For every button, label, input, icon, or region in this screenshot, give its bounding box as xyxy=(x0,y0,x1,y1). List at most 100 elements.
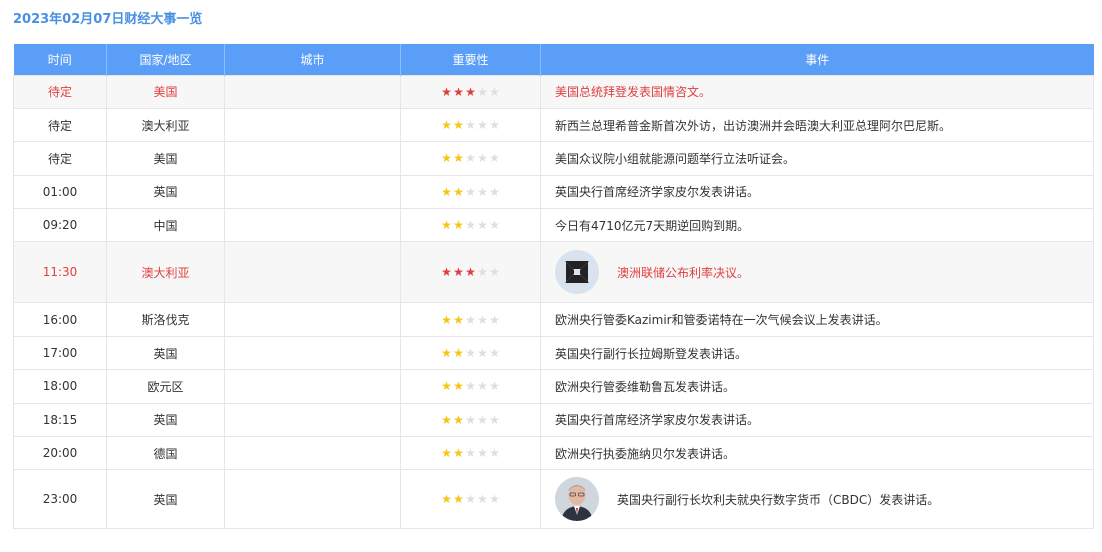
cell-country: 美国 xyxy=(106,74,225,109)
cell-city xyxy=(224,107,401,143)
cell-city xyxy=(224,402,401,438)
cell-country: 英国 xyxy=(106,335,225,371)
star-icon: ★ xyxy=(477,492,488,507)
table-row[interactable]: 待定 澳大利亚 ★★★★★ 新西兰总理希普金斯首次外访，出访澳洲并会晤澳大利亚总理阿尔… xyxy=(13,107,1094,143)
star-icon: ★ xyxy=(441,151,452,166)
cell-importance: ★★★★★ xyxy=(400,369,541,404)
importance-stars: ★★★★★ xyxy=(441,492,501,506)
star-icon: ★ xyxy=(441,184,452,199)
table-row[interactable]: 待定 美国 ★★★★★ 美国众议院小组就能源问题举行立法听证会。 xyxy=(13,141,1094,176)
event-text: 欧洲央行管委Kazimir和管委诺特在一次气候会议上发表讲话。 xyxy=(555,313,888,328)
star-icon: ★ xyxy=(453,184,464,199)
star-icon: ★ xyxy=(465,151,476,166)
cell-time: 16:00 xyxy=(13,302,107,337)
cell-importance: ★★★★★ xyxy=(400,469,541,530)
table-body: 待定 美国 ★★★★★ 美国总统拜登发表国情咨文。 待定 澳大利亚 ★★★★★ 新西兰总理希普… xyxy=(13,74,1094,530)
cell-city xyxy=(224,335,401,371)
cell-event: 英国央行副行长坎利夫就央行数字货币（CBDC）发表讲话。 xyxy=(540,469,1094,530)
table-row[interactable]: 18:00 欧元区 ★★★★★ 欧洲央行管委维勒鲁瓦发表讲话。 xyxy=(13,369,1094,404)
cell-country: 澳大利亚 xyxy=(106,241,225,304)
star-icon: ★ xyxy=(441,118,452,133)
importance-stars: ★★★★★ xyxy=(441,446,501,460)
star-icon: ★ xyxy=(465,412,476,427)
star-icon: ★ xyxy=(453,265,464,280)
event-text: 英国央行首席经济学家皮尔发表讲话。 xyxy=(555,185,760,200)
star-icon: ★ xyxy=(477,446,488,461)
star-icon: ★ xyxy=(477,265,488,280)
star-icon: ★ xyxy=(465,184,476,199)
cell-time: 待定 xyxy=(13,107,107,143)
header-city[interactable]: 城市 xyxy=(224,44,401,75)
cell-importance: ★★★★★ xyxy=(400,241,541,304)
table-row[interactable]: 23:00 英国 ★★★★★ 英国央行副行长坎利夫就央行数字货币（CBDC）发表讲话。 xyxy=(13,469,1094,530)
cell-country: 英国 xyxy=(106,402,225,438)
event-text: 美国众议院小组就能源问题举行立法听证会。 xyxy=(555,151,796,166)
table-row[interactable]: 17:00 英国 ★★★★★ 英国央行副行长拉姆斯登发表讲话。 xyxy=(13,335,1094,371)
cell-country: 欧元区 xyxy=(106,369,225,404)
table-row[interactable]: 11:30 澳大利亚 ★★★★★ 澳洲联储公布利率决议。 xyxy=(13,241,1094,304)
importance-stars: ★★★★★ xyxy=(441,118,501,132)
star-icon: ★ xyxy=(441,346,452,361)
cell-time: 09:20 xyxy=(13,208,107,243)
star-icon: ★ xyxy=(465,492,476,507)
star-icon: ★ xyxy=(441,446,452,461)
cell-event: 英国央行首席经济学家皮尔发表讲话。 xyxy=(540,174,1094,210)
table-row[interactable]: 16:00 斯洛伐克 ★★★★★ 欧洲央行管委Kazimir和管委诺特在一次气候会议上… xyxy=(13,302,1094,337)
cell-event: 美国众议院小组就能源问题举行立法听证会。 xyxy=(540,141,1094,176)
cell-event: 今日有4710亿元7天期逆回购到期。 xyxy=(540,208,1094,243)
cell-time: 待定 xyxy=(13,74,107,109)
star-icon: ★ xyxy=(489,346,500,361)
cell-event: 美国总统拜登发表国情咨文。 xyxy=(540,74,1094,109)
cell-country: 澳大利亚 xyxy=(106,107,225,143)
star-icon: ★ xyxy=(489,446,500,461)
cell-city xyxy=(224,141,401,176)
star-icon: ★ xyxy=(465,118,476,133)
star-icon: ★ xyxy=(477,218,488,233)
speaker-photo-icon xyxy=(555,477,599,522)
importance-stars: ★★★★★ xyxy=(441,218,501,232)
cell-country: 英国 xyxy=(106,469,225,530)
star-icon: ★ xyxy=(477,184,488,199)
star-icon: ★ xyxy=(489,379,500,394)
star-icon: ★ xyxy=(489,218,500,233)
cell-importance: ★★★★★ xyxy=(400,208,541,243)
cell-time: 11:30 xyxy=(13,241,107,304)
star-icon: ★ xyxy=(453,151,464,166)
cell-event: 欧洲央行管委Kazimir和管委诺特在一次气候会议上发表讲话。 xyxy=(540,302,1094,337)
header-importance[interactable]: 重要性 xyxy=(400,44,541,75)
star-icon: ★ xyxy=(453,312,464,327)
importance-stars: ★★★★★ xyxy=(441,379,501,393)
table-row[interactable]: 待定 美国 ★★★★★ 美国总统拜登发表国情咨文。 xyxy=(13,74,1094,109)
star-icon: ★ xyxy=(453,446,464,461)
importance-stars: ★★★★★ xyxy=(441,85,501,99)
cell-event: 英国央行副行长拉姆斯登发表讲话。 xyxy=(540,335,1094,371)
star-icon: ★ xyxy=(453,118,464,133)
star-icon: ★ xyxy=(453,218,464,233)
star-icon: ★ xyxy=(441,218,452,233)
cell-time: 17:00 xyxy=(13,335,107,371)
star-icon: ★ xyxy=(441,312,452,327)
star-icon: ★ xyxy=(441,492,452,507)
event-text: 澳洲联储公布利率决议。 xyxy=(617,265,750,280)
table-row[interactable]: 09:20 中国 ★★★★★ 今日有4710亿元7天期逆回购到期。 xyxy=(13,208,1094,243)
table-row[interactable]: 20:00 德国 ★★★★★ 欧洲央行执委施纳贝尔发表讲话。 xyxy=(13,436,1094,471)
event-text: 今日有4710亿元7天期逆回购到期。 xyxy=(555,218,750,233)
cell-event: 欧洲央行管委维勒鲁瓦发表讲话。 xyxy=(540,369,1094,404)
star-icon: ★ xyxy=(441,379,452,394)
importance-stars: ★★★★★ xyxy=(441,413,501,427)
event-text: 新西兰总理希普金斯首次外访，出访澳洲并会晤澳大利亚总理阿尔巴尼斯。 xyxy=(555,118,952,133)
header-country[interactable]: 国家/地区 xyxy=(106,44,225,75)
page: 2023年02月07日财经大事一览 时间 国家/地区 城市 重要性 事件 待定美… xyxy=(0,0,1102,552)
event-text: 欧洲央行管委维勒鲁瓦发表讲话。 xyxy=(555,379,736,394)
rba-logo-icon xyxy=(555,250,599,295)
header-time[interactable]: 时间 xyxy=(13,44,107,75)
star-icon: ★ xyxy=(465,446,476,461)
table-row[interactable]: 01:00 英国 ★★★★★ 英国央行首席经济学家皮尔发表讲话。 xyxy=(13,174,1094,210)
cell-importance: ★★★★★ xyxy=(400,107,541,143)
star-icon: ★ xyxy=(453,412,464,427)
header-event[interactable]: 事件 xyxy=(540,44,1094,75)
cell-city xyxy=(224,369,401,404)
star-icon: ★ xyxy=(477,379,488,394)
cell-city xyxy=(224,436,401,471)
table-row[interactable]: 18:15 英国 ★★★★★ 英国央行首席经济学家皮尔发表讲话。 xyxy=(13,402,1094,438)
